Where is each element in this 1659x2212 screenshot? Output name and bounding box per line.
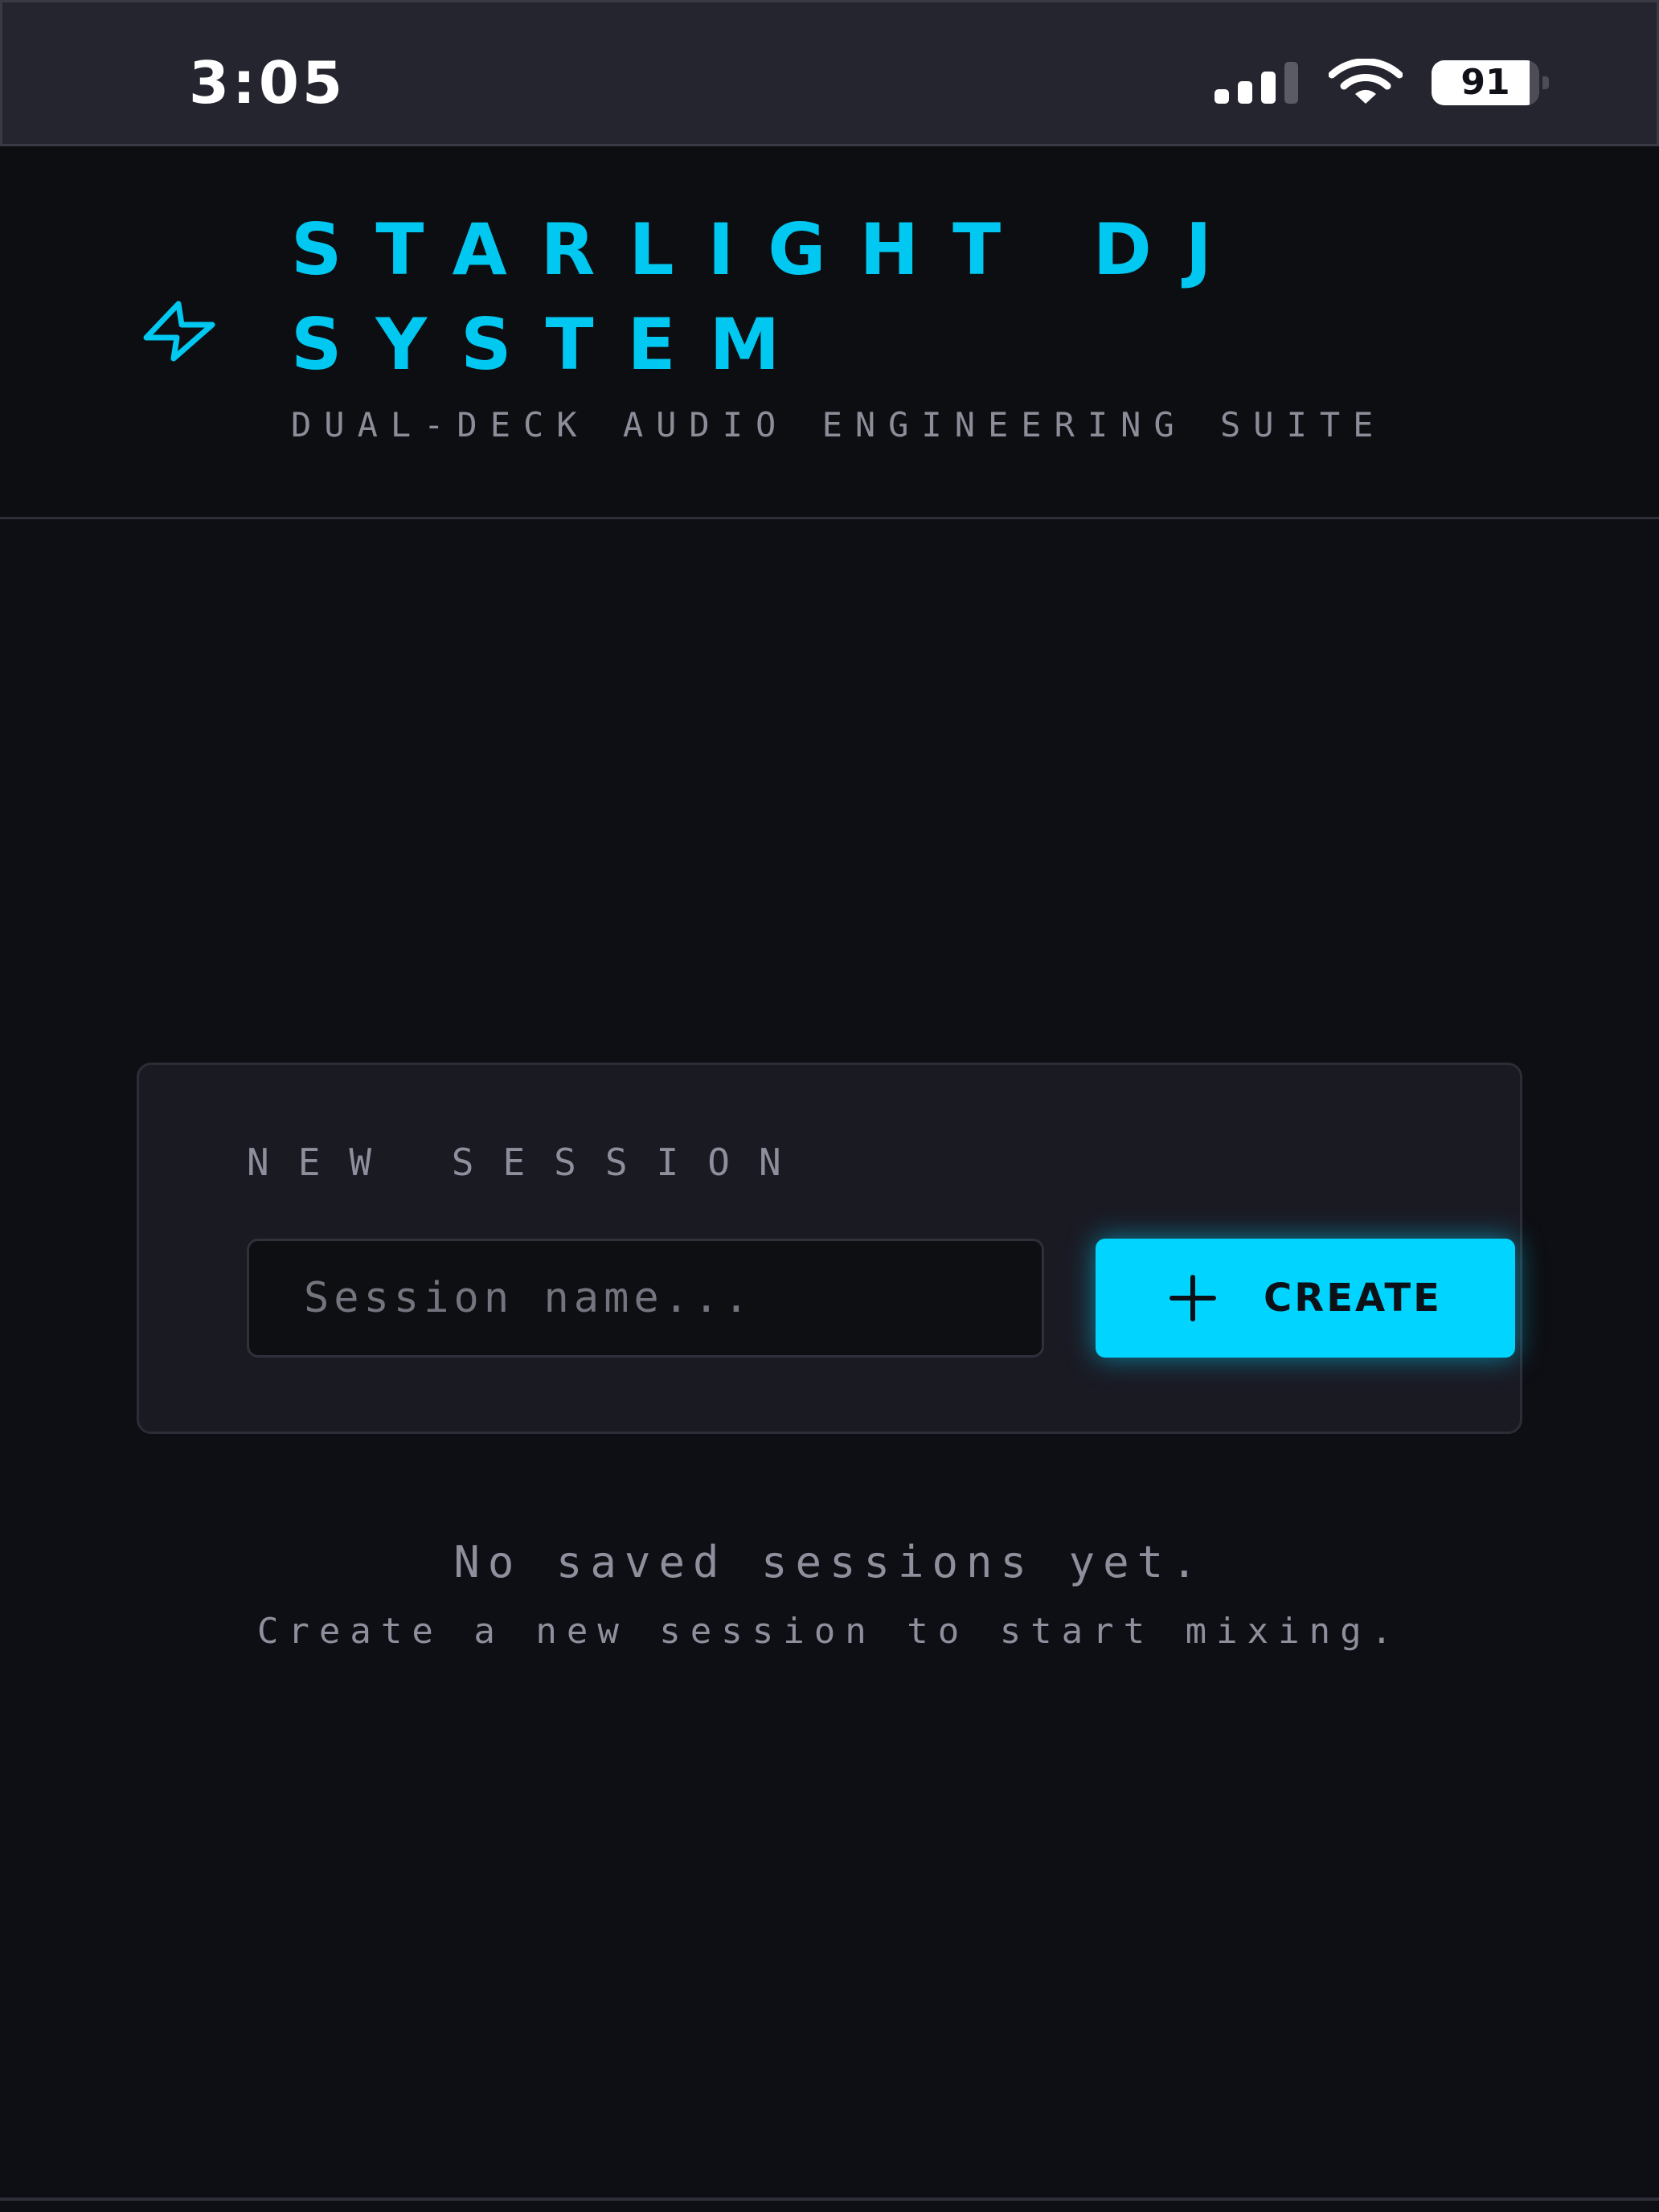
battery-icon: 91 <box>1432 60 1549 105</box>
new-session-heading: NEW SESSION <box>247 1141 810 1184</box>
status-bar: 3:05 91 <box>0 0 1659 146</box>
app-title: STARLIGHT DJ SYSTEM <box>291 208 1246 386</box>
lightning-bolt-icon <box>143 301 215 362</box>
status-time: 3:05 <box>189 49 346 117</box>
empty-state-title: No saved sessions yet. <box>453 1537 1206 1587</box>
battery-body: 91 <box>1432 60 1539 105</box>
new-session-card: NEW SESSION CREATE <box>137 1063 1522 1434</box>
session-name-input[interactable] <box>247 1239 1044 1358</box>
battery-tip <box>1542 76 1549 89</box>
battery-level: 91 <box>1460 62 1510 103</box>
bottom-divider <box>0 2198 1659 2201</box>
app-subtitle: DUAL-DECK AUDIO ENGINEERING SUITE <box>291 405 1387 444</box>
plus-icon <box>1169 1275 1217 1321</box>
create-button-label: CREATE <box>1264 1276 1442 1321</box>
wifi-icon <box>1329 59 1403 104</box>
create-button[interactable]: CREATE <box>1096 1239 1515 1358</box>
app-header: STARLIGHT DJ SYSTEM DUAL-DECK AUDIO ENGI… <box>0 146 1659 519</box>
signal-icon <box>1215 62 1298 104</box>
empty-state-subtitle: Create a new session to start mixing. <box>256 1611 1403 1652</box>
